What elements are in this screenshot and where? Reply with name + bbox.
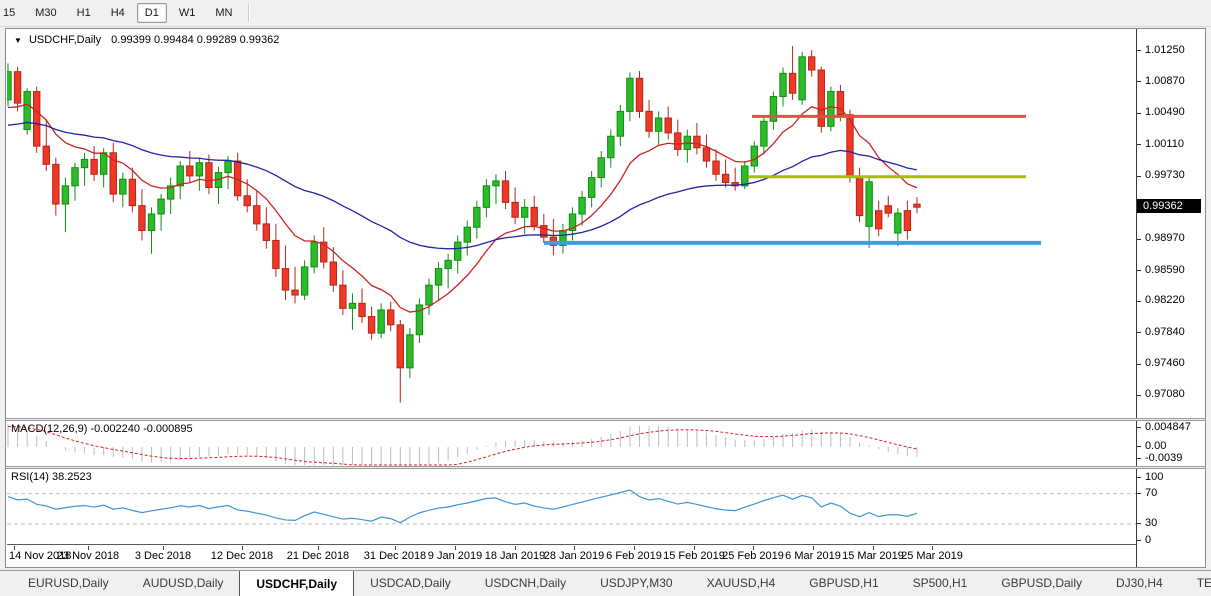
axis-tick <box>1137 394 1141 396</box>
date-axis-label: 3 Dec 2018 <box>134 550 192 562</box>
axis-tick <box>1137 238 1141 240</box>
tab-audusd-daily[interactable]: AUDUSD,Daily <box>127 571 240 596</box>
timeframe-buttons: 15 M30 H1 H4 D1 W1 MN <box>0 3 242 23</box>
panel-splitter[interactable] <box>6 418 1205 421</box>
axis-tick <box>1137 523 1141 524</box>
tab-gbpusd-daily[interactable]: GBPUSD,Daily <box>985 571 1098 596</box>
price-axis-label: 0.98590 <box>1145 263 1185 276</box>
price-axis-label: 1.01250 <box>1145 43 1185 56</box>
price-axis-label: 0.97460 <box>1145 357 1185 370</box>
timeframe-button-h1[interactable]: H1 <box>69 3 99 23</box>
candlestick-chart-canvas[interactable] <box>7 30 1136 418</box>
ohlc-values: 0.99399 0.99484 0.99289 0.99362 <box>111 34 280 46</box>
timeframe-button-15[interactable]: 15 <box>0 3 23 23</box>
axis-tick <box>1137 540 1141 541</box>
date-axis-label: 23 Nov 2018 <box>56 550 120 562</box>
symbol-timeframe-label: USDCHF,Daily <box>28 34 102 46</box>
axis-tick <box>1137 175 1141 177</box>
axis-tick <box>1137 300 1141 302</box>
axis-tick <box>1137 81 1141 83</box>
axis-tick <box>1137 427 1141 428</box>
price-axis-label: 1.00110 <box>1145 137 1184 150</box>
axis-tick <box>1137 332 1141 334</box>
rsi-axis-label: 100 <box>1145 470 1164 483</box>
rsi-axis-label: 30 <box>1145 516 1158 529</box>
tab-usdcad-daily[interactable]: USDCAD,Daily <box>354 571 467 596</box>
tab-usdjpy-m30[interactable]: USDJPY,M30 <box>584 571 688 596</box>
macd-indicator-label: MACD(12,26,9) -0.002240 -0.000895 <box>11 423 193 435</box>
timeframe-button-w1[interactable]: W1 <box>171 3 204 23</box>
macd-panel[interactable]: MACD(12,26,9) -0.002240 -0.000895 <box>7 421 1136 466</box>
tab-dj30-h4[interactable]: DJ30,H4 <box>1100 571 1179 596</box>
rsi-indicator-label: RSI(14) 38.2523 <box>11 471 92 483</box>
rsi-panel[interactable]: RSI(14) 38.2523 <box>7 469 1136 545</box>
chart-title: ▼ USDCHF,Daily 0.99399 0.99484 0.99289 0… <box>14 34 279 46</box>
rsi-axis-label: 70 <box>1145 486 1158 499</box>
rsi-chart-canvas[interactable] <box>7 469 1136 545</box>
tab-eurusd-daily[interactable]: EURUSD,Daily <box>12 571 125 596</box>
timeframe-toolbar: 15 M30 H1 H4 D1 W1 MN <box>0 0 1211 27</box>
price-axis-label: 0.98220 <box>1145 294 1185 307</box>
panel-splitter[interactable] <box>6 466 1205 469</box>
axis-tick <box>1137 363 1141 365</box>
price-axis-label: 1.00870 <box>1145 74 1185 87</box>
date-axis-label: 12 Dec 2018 <box>210 550 274 562</box>
tab-tech100-h1[interactable]: TECH100,H1 <box>1181 571 1211 596</box>
current-price-tag: 0.99362 <box>1137 199 1201 214</box>
price-axis-label: 0.99730 <box>1145 169 1185 182</box>
symbol-tab-bar: EURUSD,Daily AUDUSD,Daily USDCHF,Daily USDC… <box>0 570 1211 596</box>
tab-usdchf-daily[interactable]: USDCHF,Daily <box>239 571 355 596</box>
timeframe-button-mn[interactable]: MN <box>207 3 240 23</box>
price-axis-label: 0.97080 <box>1145 388 1185 401</box>
date-axis[interactable]: 14 Nov 2018 23 Nov 2018 3 Dec 2018 12 Dec 2… <box>7 546 1136 567</box>
tab-gbpusd-h1[interactable]: GBPUSD,H1 <box>793 571 894 596</box>
price-axis[interactable]: 1.01250 1.00870 1.00490 1.00110 0.99730 0.989… <box>1136 29 1205 567</box>
macd-axis-label: 0.004847 <box>1145 420 1191 433</box>
macd-axis-label: 0.00 <box>1145 439 1167 452</box>
axis-tick <box>1137 446 1141 447</box>
date-axis-label: 21 Dec 2018 <box>286 550 350 562</box>
toolbar-separator <box>248 4 251 22</box>
axis-tick <box>1137 493 1141 494</box>
axis-tick <box>1137 458 1141 459</box>
timeframe-button-d1[interactable]: D1 <box>136 3 167 23</box>
tab-usdcnh-daily[interactable]: USDCNH,Daily <box>469 571 582 596</box>
main-chart-panel[interactable]: ▼ USDCHF,Daily 0.99399 0.99484 0.99289 0… <box>7 30 1136 418</box>
chart-window: ▼ USDCHF,Daily 0.99399 0.99484 0.99289 0… <box>5 28 1206 568</box>
axis-tick <box>1137 270 1141 272</box>
price-axis-label: 0.98970 <box>1145 232 1185 245</box>
date-axis-label: 25 Mar 2019 <box>901 550 963 562</box>
tab-sp500-h1[interactable]: SP500,H1 <box>897 571 984 596</box>
axis-tick <box>1137 144 1141 146</box>
one-click-trading-arrow-icon[interactable]: ▼ <box>14 36 22 45</box>
macd-axis-label: -0.0039 <box>1145 451 1183 464</box>
price-axis-label: 1.00490 <box>1145 106 1185 119</box>
rsi-axis-label: 0 <box>1145 533 1152 546</box>
axis-tick <box>1137 477 1141 478</box>
axis-tick <box>1137 112 1141 114</box>
price-axis-label: 0.97840 <box>1145 325 1185 338</box>
timeframe-button-m30[interactable]: M30 <box>27 3 64 23</box>
tab-xauusd-h4[interactable]: XAUUSD,H4 <box>691 571 792 596</box>
axis-tick <box>1137 50 1141 51</box>
timeframe-button-h4[interactable]: H4 <box>103 3 133 23</box>
